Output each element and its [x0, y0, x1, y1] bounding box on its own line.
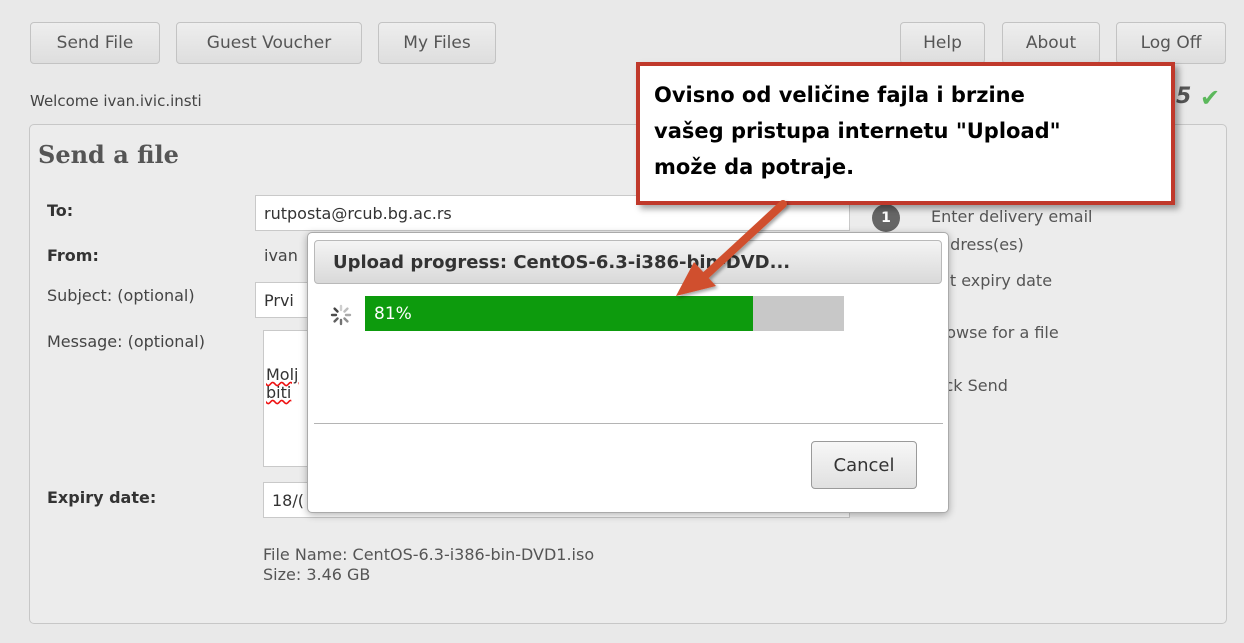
my-files-button[interactable]: My Files: [378, 22, 496, 64]
annotation-callout: Ovisno od veličine fajla i brzine vašeg …: [636, 62, 1175, 205]
message-line-1: Molj: [266, 365, 299, 384]
help-button[interactable]: Help: [900, 22, 985, 64]
callout-line-3: može da potraje.: [654, 155, 855, 179]
about-button[interactable]: About: [1002, 22, 1100, 64]
expiry-label: Expiry date:: [47, 488, 157, 507]
subject-label: Subject: (optional): [47, 286, 195, 305]
message-line-2: biti: [266, 383, 292, 402]
upload-progress-bar: 81%: [365, 296, 844, 331]
message-text: Molj biti: [266, 366, 298, 402]
file-info: File Name: CentOS-6.3-i386-bin-DVD1.iso …: [263, 545, 594, 585]
log-off-button[interactable]: Log Off: [1116, 22, 1226, 64]
upload-progress-dialog: Upload progress: CentOS-6.3-i386-bin-DVD…: [307, 232, 949, 513]
to-label: To:: [47, 201, 74, 220]
from-label: From:: [47, 246, 99, 265]
version-mark: 5: [1176, 84, 1192, 109]
check-icon: ✔: [1200, 84, 1221, 112]
cancel-button[interactable]: Cancel: [811, 441, 917, 489]
step-4-text: ick Send: [940, 376, 1008, 395]
guest-voucher-button[interactable]: Guest Voucher: [176, 22, 362, 64]
file-size: Size: 3.46 GB: [263, 565, 371, 584]
loading-spinner-icon: [330, 304, 352, 326]
welcome-text: Welcome ivan.ivic.insti: [30, 92, 202, 110]
step-1-badge: 1: [872, 204, 900, 232]
file-name: File Name: CentOS-6.3-i386-bin-DVD1.iso: [263, 545, 595, 564]
step-1-line-2: ddress(es): [940, 235, 1024, 254]
step-2-text: et expiry date: [940, 271, 1053, 290]
callout-line-1: Ovisno od veličine fajla i brzine: [654, 83, 1025, 107]
panel-title: Send a file: [38, 140, 179, 169]
progress-percent: 81%: [374, 303, 412, 324]
step-1-line-1: Enter delivery email: [931, 207, 1093, 226]
dialog-divider: [314, 423, 943, 424]
callout-line-2: vašeg pristupa internetu "Upload": [654, 119, 1061, 143]
dialog-title[interactable]: Upload progress: CentOS-6.3-i386-bin-DVD…: [314, 240, 942, 284]
step-3-text: rowse for a file: [940, 323, 1059, 342]
send-file-button[interactable]: Send File: [30, 22, 160, 64]
from-value: ivan: [264, 246, 298, 265]
progress-fill: [365, 296, 753, 331]
message-label: Message: (optional): [47, 332, 205, 351]
